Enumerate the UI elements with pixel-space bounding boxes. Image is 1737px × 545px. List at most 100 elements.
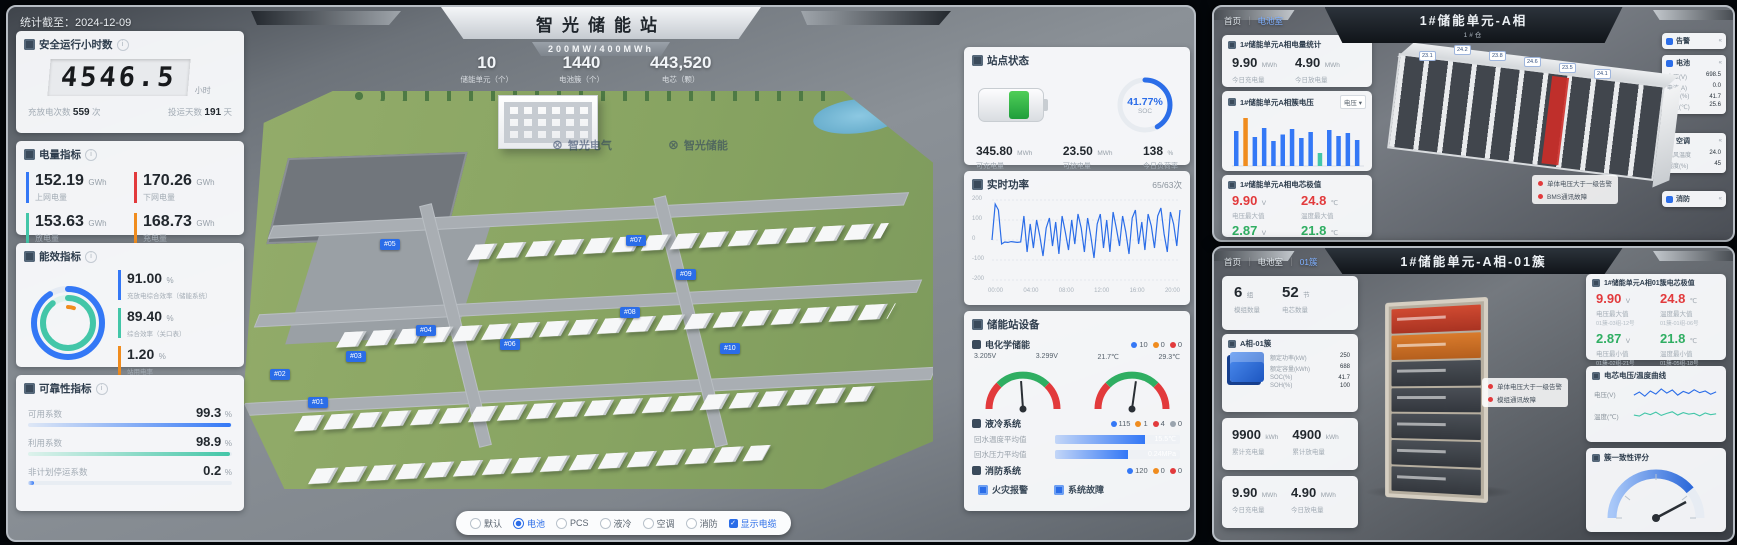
stat-cells: 443,520电芯（颗）: [650, 53, 711, 85]
unit-tag[interactable]: #08: [620, 307, 640, 318]
energy-icon: [24, 149, 35, 160]
cluster-extremes-card: 1#储能单元A相01簇电芯极值 9.90 V电压最大值01簇-03组-12号 2…: [1586, 274, 1726, 360]
cell-temp-tag: 23.5: [1559, 63, 1576, 73]
card-title: 站点状态: [987, 53, 1029, 68]
normal-count: 120: [1127, 466, 1148, 475]
collapse-icon[interactable]: «: [1719, 196, 1722, 202]
site-status-card: 站点状态 41.77%SOC 345.80 MWh可充电量 23.50 MWh可…: [964, 47, 1190, 165]
alarm-legend: 单体电压大于一级告警 模组通讯故障: [1482, 378, 1568, 407]
unit-tag[interactable]: #02: [270, 369, 290, 380]
unit-tag[interactable]: #01: [308, 397, 328, 408]
module: [1392, 466, 1481, 495]
discharge-energy: 153.63 GWh放电量: [26, 213, 126, 244]
stat-clusters: 1440电池簇（个）: [559, 53, 604, 85]
return-temp-row: 回水温度平均值 15.5℃: [964, 430, 1190, 445]
min-temp: 21.8 ℃温度最小值: [1301, 222, 1362, 242]
collapse-icon[interactable]: «: [1719, 38, 1722, 44]
max-voltage: 9.90 V电压最大值: [1232, 192, 1293, 220]
hours-unit: 小时: [195, 85, 211, 96]
unit-tag[interactable]: #05: [380, 239, 400, 250]
cluster-total-energy-card: 9900 kWh累计充电量 4900 kWh累计放电量: [1222, 418, 1358, 470]
efficiency-card: 能效指标i 91.00 %充放电综合效率（储能系统） 89.40 %综合效率（关…: [16, 243, 244, 367]
fire-alarm-icon: [978, 485, 988, 495]
reliability-card: 可靠性指标i 可用系数99.3 % 利用系数98.9 % 非计划停运系数0.2 …: [16, 375, 244, 511]
crumb-battery-room[interactable]: 电池室: [1258, 15, 1284, 27]
unit-tag[interactable]: #03: [346, 351, 366, 362]
status-icon: [972, 55, 983, 66]
charge-energy: 168.73 GWh充电量: [134, 213, 234, 244]
side-card-alarm[interactable]: 告警«: [1662, 33, 1726, 49]
checkbox-icon[interactable]: ✓: [729, 519, 738, 528]
power-x-axis: 00:0004:00 08:0012:00 16:0020:00: [964, 288, 1190, 296]
temperature-gauge: [1084, 361, 1180, 413]
show-cables-checkbox[interactable]: ✓显示电缆: [729, 517, 777, 530]
alarm-dot-icon: [1538, 181, 1543, 186]
today-discharge: 4.90 MWh今日放电量: [1291, 484, 1336, 514]
side-card-fire[interactable]: 消防«: [1662, 191, 1726, 207]
unit-header: 1#储能单元-A相 1#仓: [1325, 7, 1623, 43]
card-title: 电芯电压/温度曲线: [1604, 370, 1666, 381]
card-title: 1#储能单元A相01簇电芯极值: [1604, 278, 1695, 288]
return-pressure-row: 回水压力平均值 0.24MPa: [964, 445, 1190, 460]
crumb-home[interactable]: 首页: [1224, 256, 1241, 268]
battery-icon: [1666, 60, 1673, 67]
cell-count: 52 节电芯数量: [1282, 284, 1310, 314]
unit-subtitle: 1#仓: [1349, 29, 1599, 39]
warning-count: 0: [1153, 466, 1165, 475]
layer-battery[interactable]: 电池: [513, 517, 545, 530]
section-title: 液冷系统: [985, 417, 1021, 430]
unplanned-outage-factor: 非计划停运系数0.2 %: [16, 456, 244, 485]
bess-dashboard: #01 #02 #03 #04 #05 #06 #07 #08 #09 #10 …: [0, 0, 1737, 545]
info-icon[interactable]: i: [117, 39, 129, 51]
unit-tag[interactable]: #10: [720, 343, 740, 354]
radio-icon[interactable]: [643, 518, 654, 529]
crumb-home[interactable]: 首页: [1224, 15, 1241, 27]
collapse-icon[interactable]: «: [1719, 60, 1722, 66]
radio-icon[interactable]: [600, 518, 611, 529]
module: [1392, 414, 1481, 440]
system-fault-icon: [1054, 485, 1064, 495]
layer-fire[interactable]: 消防: [686, 517, 718, 530]
chart-icon: [1228, 98, 1236, 106]
layer-pcs[interactable]: PCS: [556, 518, 589, 529]
module-icon: [1228, 340, 1236, 348]
unit-tag[interactable]: #07: [626, 235, 646, 246]
layer-default[interactable]: 默认: [470, 517, 502, 530]
card-title: 安全运行小时数: [39, 37, 113, 52]
info-icon[interactable]: i: [85, 149, 97, 161]
max-voltage: 9.90 V电压最大值01簇-03组-12号: [1596, 290, 1652, 327]
grid-export-energy: 152.19 GWh上网电量: [26, 172, 126, 203]
max-temp: 24.8 ℃温度最大值01簇-01组-06号: [1660, 290, 1716, 327]
station-top-stats: 10储能单元（个） 1440电池簇（个） 443,520电芯（颗）: [460, 53, 711, 85]
battery-icon: [978, 88, 1044, 122]
section-title: 消防系统: [985, 464, 1021, 477]
unit-tag[interactable]: #04: [416, 325, 436, 336]
info-icon[interactable]: i: [96, 383, 108, 395]
gauge-icon: [1592, 454, 1600, 462]
metric-dropdown[interactable]: 电压 ▾: [1340, 95, 1366, 109]
utilization-factor: 利用系数98.9 %: [16, 427, 244, 456]
module-count: 6 组模组数量: [1234, 284, 1260, 314]
extremes-icon: [1592, 279, 1600, 287]
unit-tag[interactable]: #06: [500, 339, 520, 350]
soc-label: SOC: [1138, 108, 1152, 115]
crumb-cluster[interactable]: 01簇: [1300, 256, 1318, 268]
roundtrip-efficiency: 91.00 %充放电综合效率（储能系统）: [118, 270, 212, 300]
soc-value: 41.77%: [1127, 96, 1163, 108]
header-wing-right: [1653, 10, 1736, 20]
radio-icon[interactable]: [556, 518, 567, 529]
radio-icon[interactable]: [470, 518, 481, 529]
breadcrumb: 首页｜ 电池室｜ 01簇: [1224, 256, 1318, 268]
layer-hvac[interactable]: 空调: [643, 517, 675, 530]
collapse-icon[interactable]: «: [1719, 138, 1722, 144]
info-icon[interactable]: i: [85, 251, 97, 263]
alarm-module: [1392, 304, 1481, 333]
radio-icon[interactable]: [686, 518, 697, 529]
voltage-gauge: [975, 361, 1071, 413]
layer-cooling[interactable]: 液冷: [600, 517, 632, 530]
unit-tag[interactable]: #09: [676, 269, 696, 280]
radio-icon[interactable]: [513, 518, 524, 529]
crumb-battery-room[interactable]: 电池室: [1258, 256, 1284, 268]
rack-3d-render: [1385, 297, 1488, 503]
unit-panel: 1#储能单元-A相 1#仓 首页｜ 电池室 23.1 24.2 23.8 24.…: [1212, 5, 1735, 242]
